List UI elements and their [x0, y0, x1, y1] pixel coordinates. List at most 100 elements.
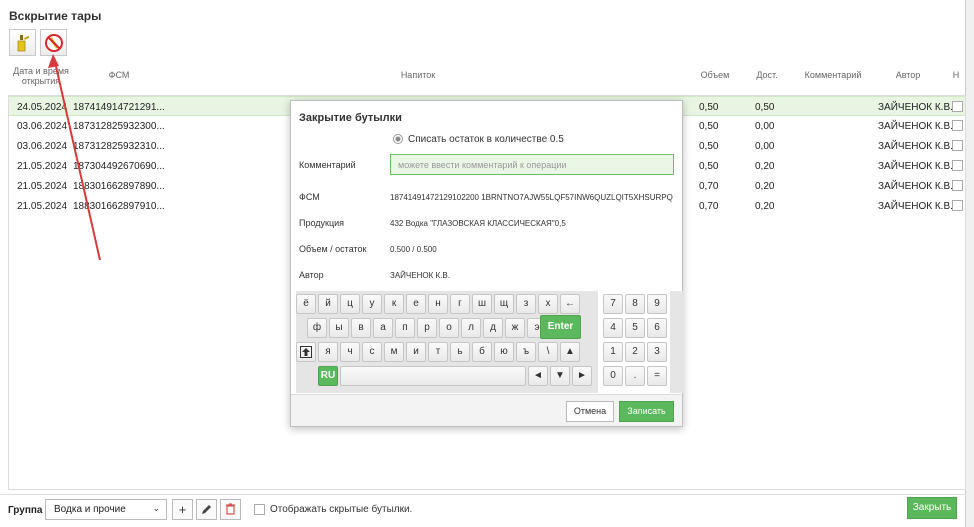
cell-author: ЗАЙЧЕНОК К.В. — [878, 161, 953, 172]
key[interactable]: к — [384, 294, 404, 314]
cell-volume: 0,50 — [699, 121, 719, 132]
volume-value: 0.500 / 0.500 — [390, 245, 437, 254]
key[interactable]: ё — [296, 294, 316, 314]
hidden-checkbox[interactable] — [952, 160, 963, 171]
key[interactable]: с — [362, 342, 382, 362]
key[interactable]: щ — [494, 294, 514, 314]
enter-key[interactable]: Enter — [540, 315, 581, 339]
cell-author: ЗАЙЧЕНОК К.В. — [878, 121, 953, 132]
write-off-radio[interactable] — [393, 134, 403, 144]
key[interactable]: а — [373, 318, 393, 338]
key[interactable]: ю — [494, 342, 514, 362]
key[interactable]: р — [417, 318, 437, 338]
bottle-open-icon — [17, 35, 30, 52]
key[interactable]: х — [538, 294, 558, 314]
arrow-up-icon: ▲ — [565, 346, 575, 357]
language-key[interactable]: RU — [318, 366, 338, 386]
cell-remain: 0,00 — [755, 141, 775, 152]
numpad-key[interactable]: 0 — [603, 366, 623, 386]
close-bottle-dialog: Закрытие бутылки Списать остаток в колич… — [290, 100, 684, 427]
arrow-up-key[interactable]: ▲ — [560, 342, 580, 362]
delete-group-button[interactable] — [220, 499, 241, 520]
hidden-checkbox[interactable] — [952, 140, 963, 151]
key[interactable]: т — [428, 342, 448, 362]
arrow-right-key[interactable]: ► — [572, 366, 592, 386]
key[interactable]: ь — [450, 342, 470, 362]
key[interactable]: е — [406, 294, 426, 314]
hidden-checkbox[interactable] — [952, 120, 963, 131]
key[interactable]: о — [439, 318, 459, 338]
cell-fsm: 187312825932310... — [73, 141, 165, 152]
numpad-key[interactable]: 5 — [625, 318, 645, 338]
header-drink[interactable]: Напиток — [393, 70, 443, 80]
header-comment[interactable]: Комментарий — [798, 70, 868, 80]
key[interactable]: й — [318, 294, 338, 314]
key[interactable]: я — [318, 342, 338, 362]
key[interactable]: ж — [505, 318, 525, 338]
numpad-key[interactable]: 2 — [625, 342, 645, 362]
numpad-key[interactable]: 7 — [603, 294, 623, 314]
key[interactable]: в — [351, 318, 371, 338]
edit-group-button[interactable] — [196, 499, 217, 520]
forbid-bottle-button[interactable] — [40, 29, 67, 56]
key[interactable]: н — [428, 294, 448, 314]
close-button[interactable]: Закрыть — [907, 497, 957, 519]
key[interactable]: п — [395, 318, 415, 338]
key[interactable]: \ — [538, 342, 558, 362]
key[interactable]: ъ — [516, 342, 536, 362]
numpad-key[interactable]: 1 — [603, 342, 623, 362]
cell-volume: 0,70 — [699, 181, 719, 192]
numpad-key[interactable]: 6 — [647, 318, 667, 338]
shift-key[interactable] — [296, 342, 316, 362]
numpad-key[interactable]: . — [625, 366, 645, 386]
hidden-checkbox[interactable] — [952, 200, 963, 211]
header-hidden[interactable]: Н — [950, 70, 962, 80]
show-hidden-checkbox[interactable] — [254, 504, 265, 515]
key[interactable]: у — [362, 294, 382, 314]
dialog-title: Закрытие бутылки — [299, 112, 402, 124]
cell-fsm: 188301662897910... — [73, 201, 165, 212]
comment-input[interactable] — [390, 154, 674, 175]
virtual-keyboard: ё й ц у к е н г ш щ з х ← ф ы в а п р о … — [296, 291, 684, 393]
show-hidden-label: Отображать скрытые бутылки. — [270, 504, 413, 515]
shift-icon — [300, 346, 312, 358]
add-group-button[interactable]: + — [172, 499, 193, 520]
key[interactable]: ч — [340, 342, 360, 362]
numpad-key[interactable]: 3 — [647, 342, 667, 362]
key[interactable]: г — [450, 294, 470, 314]
open-bottle-button[interactable] — [9, 29, 36, 56]
cell-author: ЗАЙЧЕНОК К.В. — [878, 102, 953, 113]
cell-date: 03.06.2024 — [17, 121, 68, 132]
key[interactable]: б — [472, 342, 492, 362]
header-date[interactable]: Дата и время открытия — [10, 66, 72, 86]
cancel-button[interactable]: Отмена — [566, 401, 614, 422]
space-key[interactable] — [340, 366, 526, 386]
key[interactable]: ц — [340, 294, 360, 314]
key[interactable]: д — [483, 318, 503, 338]
numpad-key[interactable]: 8 — [625, 294, 645, 314]
key[interactable]: м — [384, 342, 404, 362]
key[interactable]: з — [516, 294, 536, 314]
group-select[interactable]: Водка и прочие ⌄ — [45, 499, 167, 520]
key[interactable]: ш — [472, 294, 492, 314]
hidden-checkbox[interactable] — [952, 180, 963, 191]
window-title: Вскрытие тары — [9, 9, 102, 23]
backspace-key[interactable]: ← — [560, 294, 580, 314]
arrow-down-key[interactable]: ▼ — [550, 366, 570, 386]
save-button[interactable]: Записать — [619, 401, 674, 422]
key[interactable]: ф — [307, 318, 327, 338]
key[interactable]: и — [406, 342, 426, 362]
header-volume[interactable]: Объем — [698, 70, 732, 80]
key[interactable]: л — [461, 318, 481, 338]
numpad-key[interactable]: 9 — [647, 294, 667, 314]
author-label: Автор — [299, 270, 324, 280]
header-remain[interactable]: Дост. — [752, 70, 782, 80]
numpad-key[interactable]: 4 — [603, 318, 623, 338]
header-fsm[interactable]: ФСМ — [104, 70, 134, 80]
cell-date: 21.05.2024 — [17, 201, 68, 212]
hidden-checkbox[interactable] — [952, 101, 963, 112]
numpad-key[interactable]: = — [647, 366, 667, 386]
header-author[interactable]: Автор — [888, 70, 928, 80]
arrow-left-key[interactable]: ◄ — [528, 366, 548, 386]
key[interactable]: ы — [329, 318, 349, 338]
